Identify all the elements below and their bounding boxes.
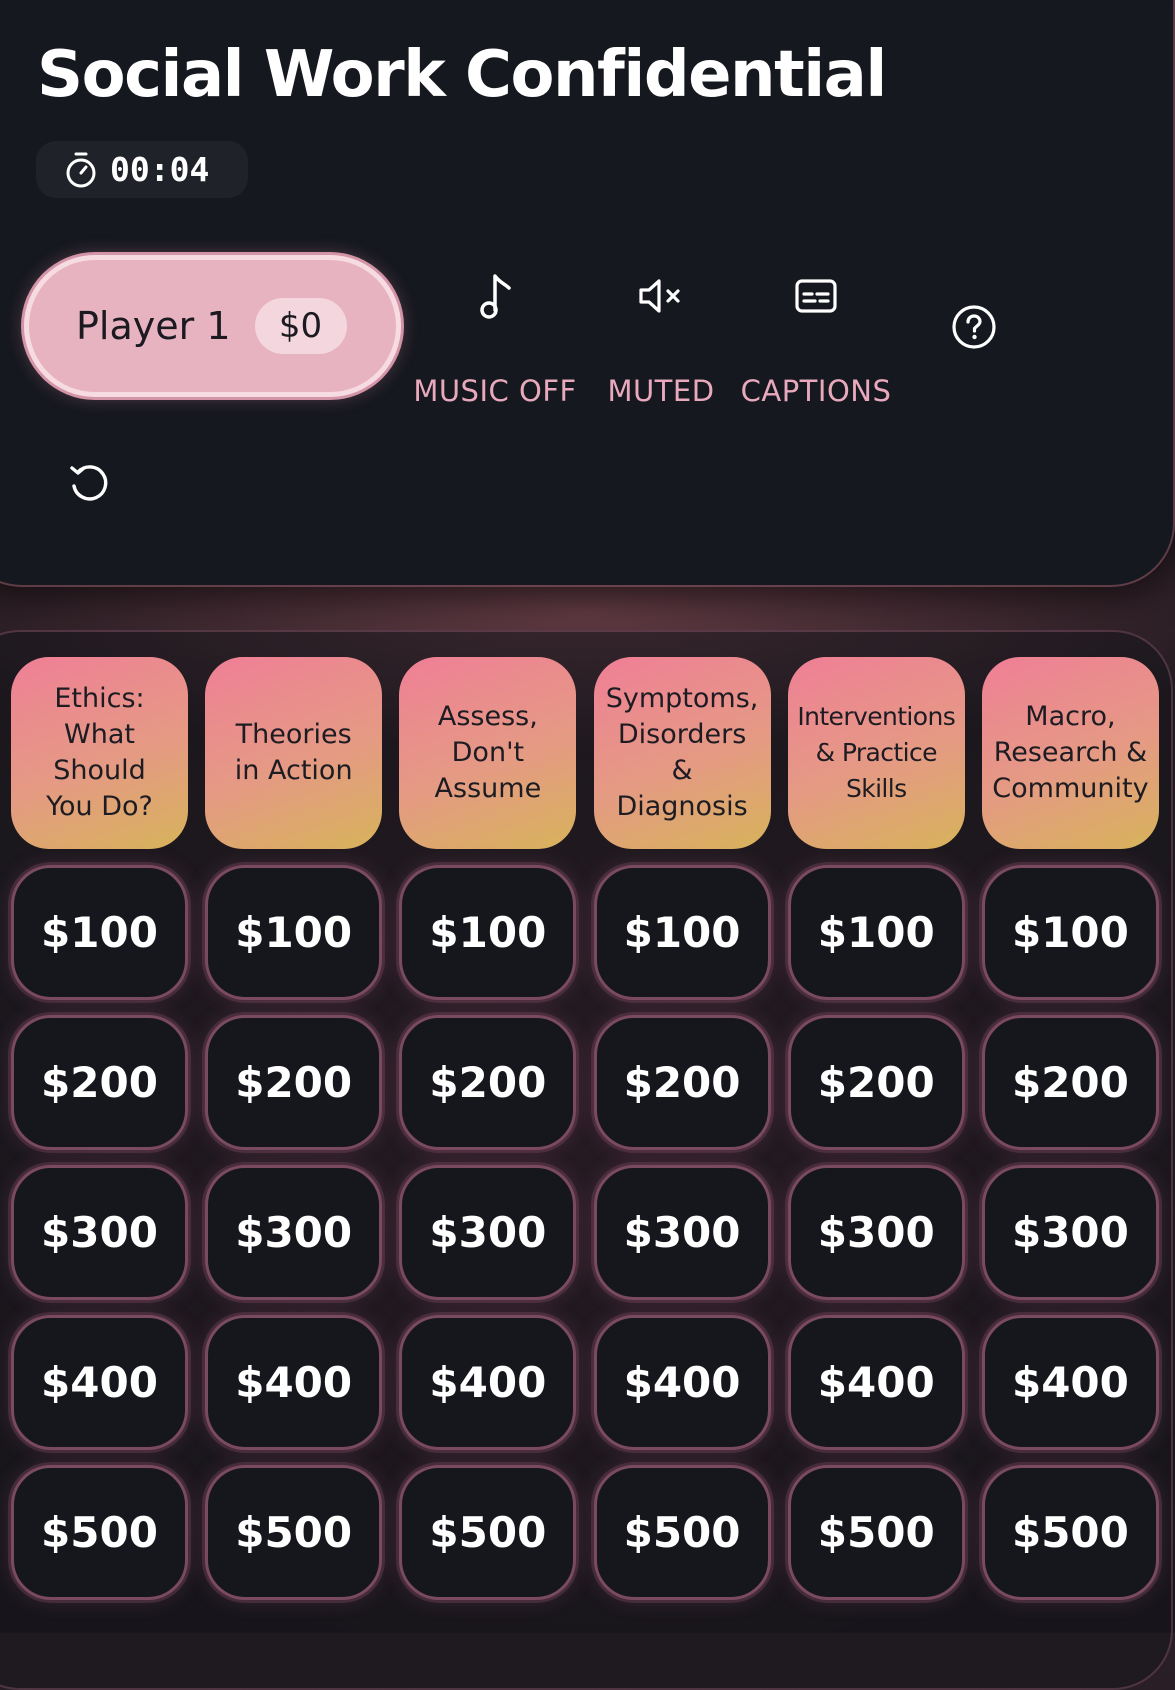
captions-icon <box>795 279 837 313</box>
category-tile-theories[interactable]: Theories in Action <box>205 657 383 849</box>
mute-toggle-label: MUTED <box>607 374 715 408</box>
music-note-icon <box>480 274 511 319</box>
stopwatch-icon <box>66 152 96 187</box>
value-tile-symptoms-500[interactable]: $500 <box>593 1465 771 1600</box>
value-tile-assess-400[interactable]: $400 <box>399 1315 577 1450</box>
category-tile-interventions[interactable]: Interventions & Practice Skills <box>787 657 965 849</box>
value-tile-symptoms-300[interactable]: $300 <box>593 1165 771 1300</box>
value-tile-interventions-200[interactable]: $200 <box>787 1015 965 1150</box>
timer-value: 00:04 <box>110 150 210 189</box>
value-tile-ethics-200[interactable]: $200 <box>11 1015 188 1150</box>
music-toggle-button[interactable]: MUSIC OFF <box>410 270 580 408</box>
category-tile-symptoms[interactable]: Symptoms, Disorders & Diagnosis <box>593 657 771 849</box>
timer: 00:04 <box>36 141 248 198</box>
page-title: Social Work Confidential <box>37 38 887 112</box>
category-tile-assess[interactable]: Assess, Don't Assume <box>399 657 577 849</box>
value-tile-assess-500[interactable]: $500 <box>399 1465 577 1600</box>
value-tile-assess-200[interactable]: $200 <box>399 1015 577 1150</box>
value-tile-macro-400[interactable]: $400 <box>981 1315 1159 1450</box>
value-tile-ethics-300[interactable]: $300 <box>11 1165 188 1300</box>
category-tile-ethics[interactable]: Ethics: What Should You Do? <box>11 657 188 849</box>
value-tile-macro-500[interactable]: $500 <box>981 1465 1159 1600</box>
value-tile-interventions-400[interactable]: $400 <box>787 1315 965 1450</box>
value-tile-theories-200[interactable]: $200 <box>205 1015 383 1150</box>
value-tile-symptoms-200[interactable]: $200 <box>593 1015 771 1150</box>
value-tile-assess-300[interactable]: $300 <box>399 1165 577 1300</box>
value-tile-ethics-400[interactable]: $400 <box>11 1315 188 1450</box>
mute-toggle-button[interactable]: MUTED <box>596 270 726 408</box>
value-tile-symptoms-100[interactable]: $100 <box>593 865 771 1000</box>
value-tile-interventions-100[interactable]: $100 <box>787 865 965 1000</box>
value-tile-macro-300[interactable]: $300 <box>981 1165 1159 1300</box>
player-score-badge: $0 <box>254 298 347 354</box>
captions-toggle-label: CAPTIONS <box>740 374 892 408</box>
captions-toggle-button[interactable]: CAPTIONS <box>735 270 897 408</box>
reset-icon[interactable] <box>66 460 114 508</box>
value-tile-interventions-300[interactable]: $300 <box>787 1165 965 1300</box>
player-card[interactable]: Player 1 $0 <box>24 255 401 397</box>
value-tile-assess-100[interactable]: $100 <box>399 865 577 1000</box>
value-tile-theories-500[interactable]: $500 <box>205 1465 383 1600</box>
value-tile-symptoms-400[interactable]: $400 <box>593 1315 771 1450</box>
board-grid: Ethics: What Should You Do? Theories in … <box>11 657 1159 1615</box>
speaker-muted-icon <box>639 279 680 313</box>
player-name: Player 1 <box>76 304 231 348</box>
value-tile-theories-400[interactable]: $400 <box>205 1315 383 1450</box>
value-tile-macro-200[interactable]: $200 <box>981 1015 1159 1150</box>
value-tile-interventions-500[interactable]: $500 <box>787 1465 965 1600</box>
value-tile-theories-300[interactable]: $300 <box>205 1165 383 1300</box>
help-icon[interactable] <box>950 303 998 351</box>
music-toggle-label: MUSIC OFF <box>413 374 577 408</box>
value-tile-ethics-500[interactable]: $500 <box>11 1465 188 1600</box>
value-tile-theories-100[interactable]: $100 <box>205 865 383 1000</box>
category-tile-macro[interactable]: Macro, Research & Community <box>981 657 1159 849</box>
value-tile-ethics-100[interactable]: $100 <box>11 865 188 1000</box>
value-tile-macro-100[interactable]: $100 <box>981 865 1159 1000</box>
